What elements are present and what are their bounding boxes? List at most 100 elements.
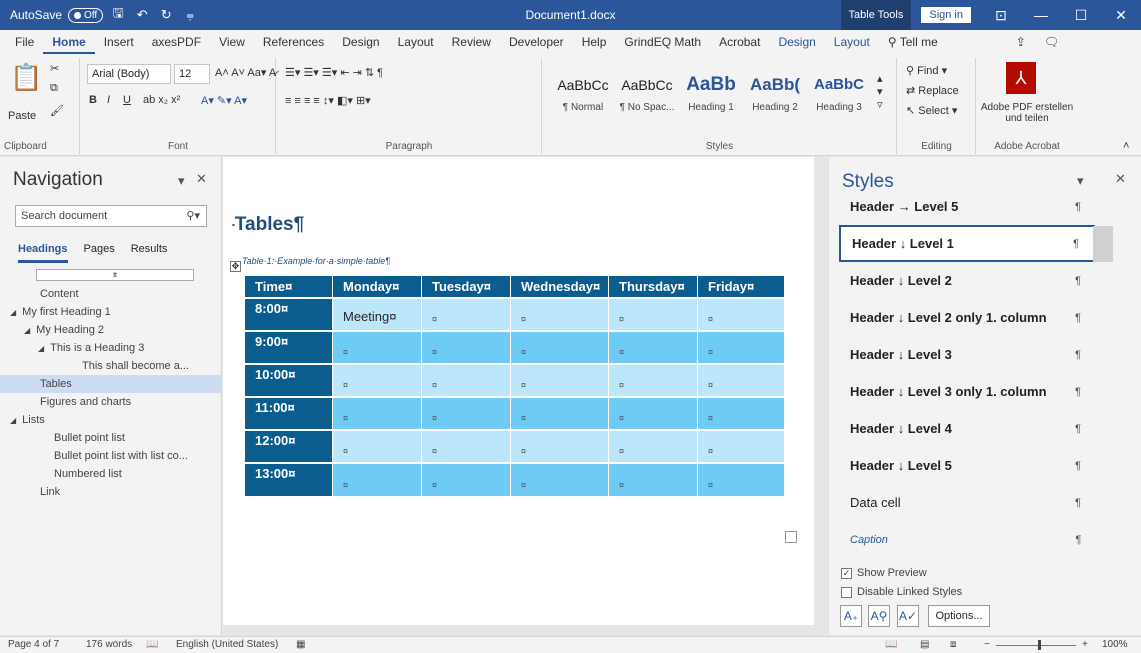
style-list-item[interactable]: Caption ¶	[839, 521, 1095, 558]
table-cell[interactable]: ¤	[421, 429, 511, 463]
customize-qat-icon[interactable]: ⩦	[181, 7, 199, 23]
align-icons[interactable]: ≡ ≡ ≡ ≡ ↕▾ ◧▾ ⊞▾	[285, 94, 371, 107]
nav-item[interactable]: Bullet point list	[0, 429, 222, 447]
nav-item[interactable]: Numbered list	[0, 465, 222, 483]
table-cell[interactable]: ¤	[510, 297, 609, 331]
adobe-create-button[interactable]: Adobe PDF erstellen und teilen	[979, 102, 1075, 124]
cut-icon[interactable]: ✂	[50, 62, 59, 75]
zoom-slider[interactable]	[996, 645, 1076, 646]
show-preview-checkbox[interactable]: ✓ Show Preview	[841, 567, 927, 579]
table-cell[interactable]: ¤	[697, 363, 784, 397]
zoom-out-icon[interactable]: −	[984, 639, 990, 650]
tab-grindeq[interactable]: GrindEQ Math	[615, 30, 710, 54]
manage-styles-button[interactable]: A✓	[897, 605, 919, 627]
table-cell[interactable]: ¤	[608, 462, 698, 496]
proofing-icon[interactable]: 📖	[146, 639, 158, 650]
time-cell[interactable]: 13:00¤	[244, 462, 333, 496]
table-cell[interactable]: ¤	[421, 462, 511, 496]
ribbon-display-icon[interactable]: ⊡	[981, 7, 1021, 24]
adobe-pdf-icon[interactable]: ⅄	[1006, 62, 1036, 94]
styles-more-icon[interactable]: ▴ ▾ ▿	[877, 72, 883, 111]
nav-item[interactable]: ◢ My Heading 2	[0, 321, 222, 339]
strike-sub-super-icon[interactable]: ab x₂ x²	[143, 94, 180, 106]
tab-layout[interactable]: Layout	[389, 30, 443, 54]
format-painter-icon[interactable]: 🖌	[50, 104, 64, 117]
table-header-cell[interactable]: Monday¤	[332, 276, 422, 298]
table-cell[interactable]: ¤	[510, 330, 609, 364]
table-cell[interactable]: Meeting¤	[332, 297, 422, 331]
expand-arrow-icon[interactable]: ◢	[24, 326, 30, 335]
zoom-in-icon[interactable]: +	[1082, 639, 1088, 650]
tab-help[interactable]: Help	[573, 30, 616, 54]
table-cell[interactable]: ¤	[332, 462, 422, 496]
select-button[interactable]: ↖ Select ▾	[906, 104, 957, 117]
font-name-combo[interactable]: Arial (Body)	[87, 64, 171, 84]
style-list-item[interactable]: Header ↓ Level 2 only 1. column ¶	[839, 299, 1095, 336]
time-cell[interactable]: 8:00¤	[244, 297, 333, 331]
style-list-item[interactable]: Header ↓ Level 2 ¶	[839, 262, 1095, 299]
table-header-cell[interactable]: Time¤	[244, 276, 333, 298]
tab-headings[interactable]: Headings	[18, 243, 68, 263]
list-icons[interactable]: ☰▾ ☰▾ ☰▾ ⇤ ⇥ ⇅ ¶	[285, 66, 383, 79]
table-cell[interactable]: ¤	[697, 297, 784, 331]
web-layout-icon[interactable]: ⧈	[950, 639, 956, 650]
close-icon[interactable]: ✕	[1115, 171, 1126, 187]
nav-item[interactable]: ◢ My first Heading 1	[0, 303, 222, 321]
nav-item[interactable]: ◢ This is a Heading 3	[0, 339, 222, 357]
tab-acrobat[interactable]: Acrobat	[710, 30, 769, 54]
search-icon[interactable]: ⚲▾	[186, 209, 200, 222]
tab-home[interactable]: Home	[43, 30, 95, 54]
replace-button[interactable]: ⇄ Replace	[906, 84, 959, 97]
style-list-item[interactable]: Header ↓ Level 3 ¶	[839, 336, 1095, 373]
table-cell[interactable]: ¤	[510, 363, 609, 397]
pane-options-icon[interactable]: ▾	[1077, 173, 1084, 189]
table-cell[interactable]: ¤	[608, 330, 698, 364]
table-cell[interactable]: ¤	[510, 429, 609, 463]
table-cell[interactable]: ¤	[608, 396, 698, 430]
tab-references[interactable]: References	[254, 30, 333, 54]
table-cell[interactable]: ¤	[332, 330, 422, 364]
tab-insert[interactable]: Insert	[95, 30, 143, 54]
style-list-item[interactable]: Header ↓ Level 4 ¶	[839, 410, 1095, 447]
disable-linked-checkbox[interactable]: Disable Linked Styles	[841, 586, 962, 598]
maximize-button[interactable]: ☐	[1061, 7, 1101, 24]
table-cell[interactable]: ¤	[697, 396, 784, 430]
style-heading-3[interactable]: AaBbC Heading 3	[807, 68, 871, 113]
autosave-toggle[interactable]: Off	[68, 7, 104, 23]
pane-options-icon[interactable]: ▾	[178, 173, 185, 189]
paste-icon[interactable]: 📋	[10, 62, 42, 93]
search-input[interactable]: Search document ⚲▾	[15, 205, 207, 227]
table-header-cell[interactable]: Thursday¤	[608, 276, 698, 298]
underline-icon[interactable]: U	[123, 94, 131, 106]
table-cell[interactable]: ¤	[421, 297, 511, 331]
find-button[interactable]: ⚲ Find ▾	[906, 64, 947, 77]
time-cell[interactable]: 9:00¤	[244, 330, 333, 364]
macro-icon[interactable]: ▦	[296, 639, 305, 650]
tab-review[interactable]: Review	[443, 30, 500, 54]
italic-icon[interactable]: I	[107, 94, 110, 106]
style-list-item[interactable]: Header ↓ Level 3 only 1. column ¶	[839, 373, 1095, 410]
table-cell[interactable]: ¤	[510, 462, 609, 496]
nav-item[interactable]: Link	[0, 483, 222, 501]
text-effects-icon[interactable]: A▾ ✎▾ A▾	[201, 94, 247, 107]
page-count[interactable]: Page 4 of 7	[8, 639, 59, 650]
table-cell[interactable]: ¤	[332, 429, 422, 463]
nav-item[interactable]: Figures and charts	[0, 393, 222, 411]
nav-item[interactable]: Tables	[0, 375, 222, 393]
sign-in-button[interactable]: Sign in	[921, 7, 971, 23]
table-cell[interactable]: ¤	[332, 363, 422, 397]
tab-design[interactable]: Design	[333, 30, 388, 54]
bold-icon[interactable]: B	[89, 94, 97, 106]
styles-scrollbar-thumb[interactable]	[1093, 226, 1113, 262]
tab-pages[interactable]: Pages	[84, 243, 115, 263]
tab-view[interactable]: View	[210, 30, 254, 54]
collapse-bar-icon[interactable]: ⌆	[36, 269, 194, 281]
style-no-spacing[interactable]: AaBbCc ¶ No Spac...	[615, 68, 679, 113]
collapse-ribbon-icon[interactable]: ˄	[1123, 140, 1129, 152]
style-list-item[interactable]: Data cell ¶	[839, 484, 1095, 521]
minimize-button[interactable]: —	[1021, 7, 1061, 23]
style-normal[interactable]: AaBbCc ¶ Normal	[551, 68, 615, 113]
close-button[interactable]: ✕	[1101, 7, 1141, 24]
print-layout-icon[interactable]: ▤	[920, 639, 929, 650]
table-cell[interactable]: ¤	[608, 429, 698, 463]
